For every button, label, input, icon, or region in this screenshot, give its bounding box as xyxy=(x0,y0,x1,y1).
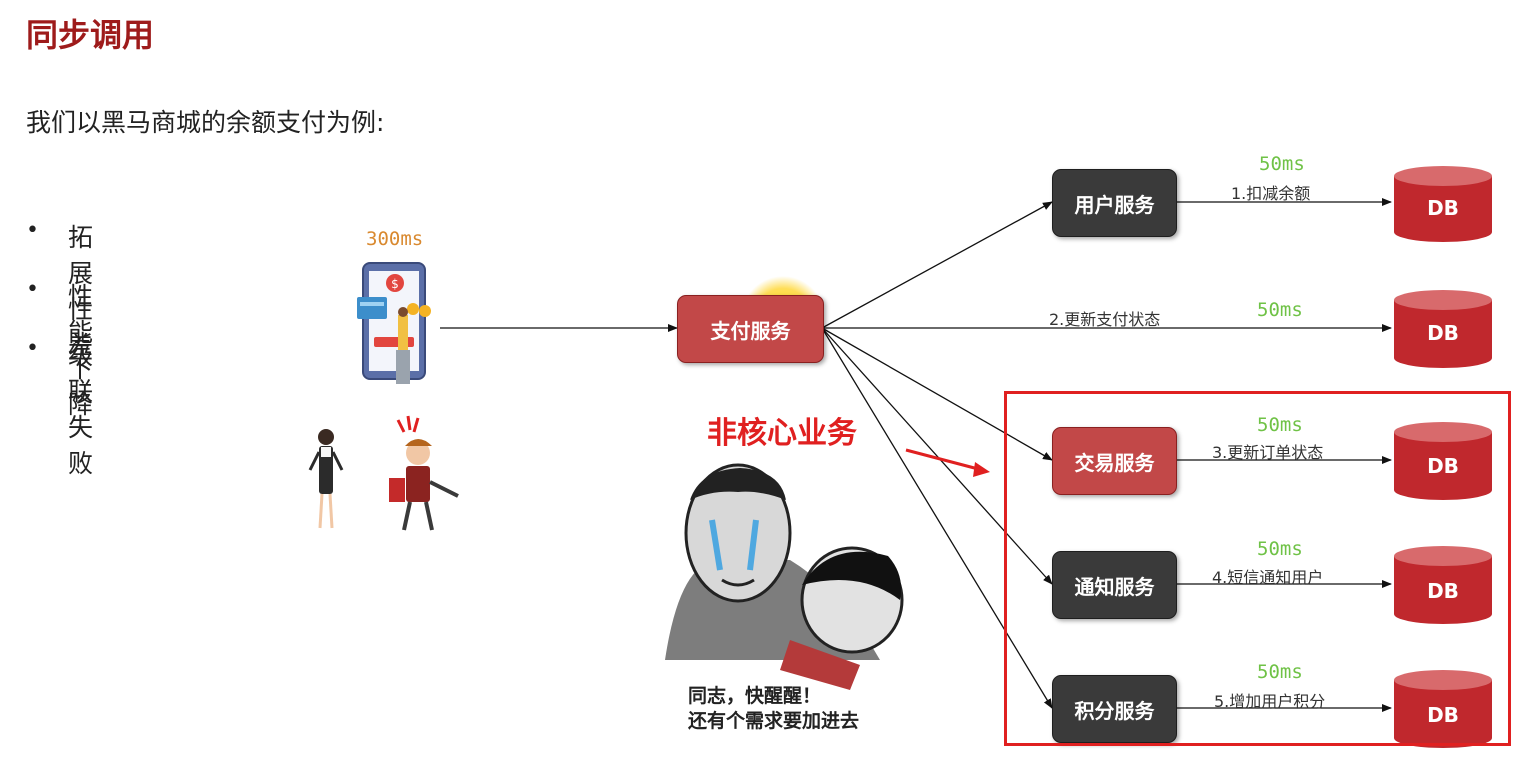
red-pointer-arrow xyxy=(905,448,990,477)
service-label: 用户服务 xyxy=(1074,192,1155,217)
edge-label: 1.扣减余额 xyxy=(1231,184,1311,203)
non-core-highlight-box xyxy=(1004,391,1511,746)
edge-label: 2.更新支付状态 xyxy=(1049,310,1161,329)
meme-caption: 同志，快醒醒！ 还有个需求要加进去 xyxy=(688,684,859,734)
db-label: DB xyxy=(1427,196,1459,220)
latency-label: 50ms xyxy=(1257,299,1303,321)
db-label: DB xyxy=(1427,321,1459,345)
pay-service-box[interactable]: 支付服务 xyxy=(677,295,824,363)
meme-caption-line: 同志，快醒醒！ xyxy=(688,685,822,707)
phone-latency: 300ms xyxy=(366,228,424,250)
non-core-label: 非核心业务 xyxy=(707,416,857,451)
user-service-box[interactable]: 用户服务 xyxy=(1052,169,1177,237)
latency-label: 50ms xyxy=(1259,153,1305,175)
people-illustration xyxy=(308,415,459,531)
pay-service-label: 支付服务 xyxy=(710,318,791,343)
meme-image xyxy=(665,463,904,690)
meme-caption-line: 还有个需求要加进去 xyxy=(688,710,860,732)
svg-text:$: $ xyxy=(391,277,399,291)
phone-payment-icon: $ xyxy=(357,262,431,384)
